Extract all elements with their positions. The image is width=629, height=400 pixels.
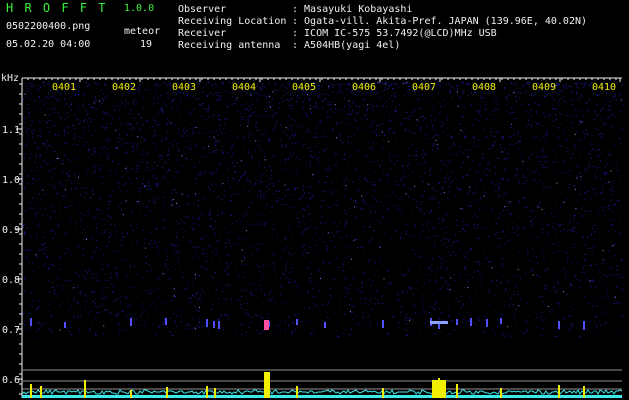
baseline-fill [22,395,622,398]
meteor-spike-strong [264,372,270,398]
meteor-echo [470,318,472,326]
meteor-echo [218,321,220,329]
meteor-spike [206,386,208,398]
meteor-echo-long [430,321,448,324]
noise-field [22,82,623,338]
time-label: 0406 [352,82,376,93]
y-tick-label: 0.6 [2,375,20,386]
location-label: Receiving Location [178,16,287,27]
receiver-label: Receiver [178,28,227,39]
meteor-echo [165,318,167,325]
receiver-value: : ICOM IC-575 53.7492(@LCD)MHz USB [292,28,497,39]
meteor-echo [456,319,458,325]
meteor-spike [214,388,216,398]
meteor-echo [30,318,32,326]
time-label: 0404 [232,82,256,93]
time-label: 0401 [52,82,76,93]
time-label: 0407 [412,82,436,93]
time-label: 0403 [172,82,196,93]
meteor-echo [558,321,560,329]
file-name: 0502200400.png [6,21,91,32]
baseline-trace [21,389,623,395]
meteor-spike [30,384,32,398]
antenna-value: : A504HB(yagi 4el) [292,40,401,51]
meteor-echo [206,319,208,327]
meteor-echo [500,318,502,324]
app-version: 1.0.0 [124,3,155,14]
meteor-echo-strong [264,320,269,330]
time-label: 0402 [112,82,136,93]
y-tick-label: 0.7 [2,325,20,336]
time-label: 0410 [592,82,616,93]
time-label: 0409 [532,82,556,93]
meteor-echo [213,321,215,328]
y-tick-label: 0.9 [2,225,20,236]
y-tick-label: 0.8 [2,275,20,286]
y-tick-label: 1.1 [2,125,20,136]
meteor-echo [486,319,488,327]
meteor-echo [382,320,384,328]
meteor-spike [456,384,458,398]
observer-label: Observer [178,4,227,15]
observer-value: : Masayuki Kobayashi [292,4,413,15]
meteor-spike-cluster [432,380,446,398]
meteor-spike [130,390,132,398]
date-time: 05.02.20 04:00 [6,39,91,50]
time-label: 0408 [472,82,496,93]
meteor-echo [130,318,132,326]
meteor-echo [324,322,326,328]
meteor-spike [500,388,502,398]
spectrogram: 1.1 1.0 0.9 0.8 0.7 0.6 0401 0402 0403 0404 0405 04… [2,77,623,398]
app-title: H R O F F T [6,1,108,15]
meteor-spike [583,386,585,398]
y-tick-label: 1.0 [2,175,20,186]
meteor-spike [382,388,384,398]
meteor-count: 19 [140,39,153,50]
meteor-spike [558,385,560,398]
location-value: : Ogata-vill. Akita-Pref. JAPAN (139.96E… [292,16,588,27]
meteor-echo [64,322,66,328]
antenna-label: Receiving antenna [178,40,281,51]
meteor-spike [84,380,86,398]
meteor-spike [40,386,42,398]
y-axis-unit: kHz [1,73,20,84]
time-label: 0405 [292,82,316,93]
meteor-spike [166,387,168,398]
meteor-echo [296,319,298,325]
meteor-label: meteor [124,26,161,37]
meteor-echo [583,321,585,330]
meteor-spike [296,386,298,398]
